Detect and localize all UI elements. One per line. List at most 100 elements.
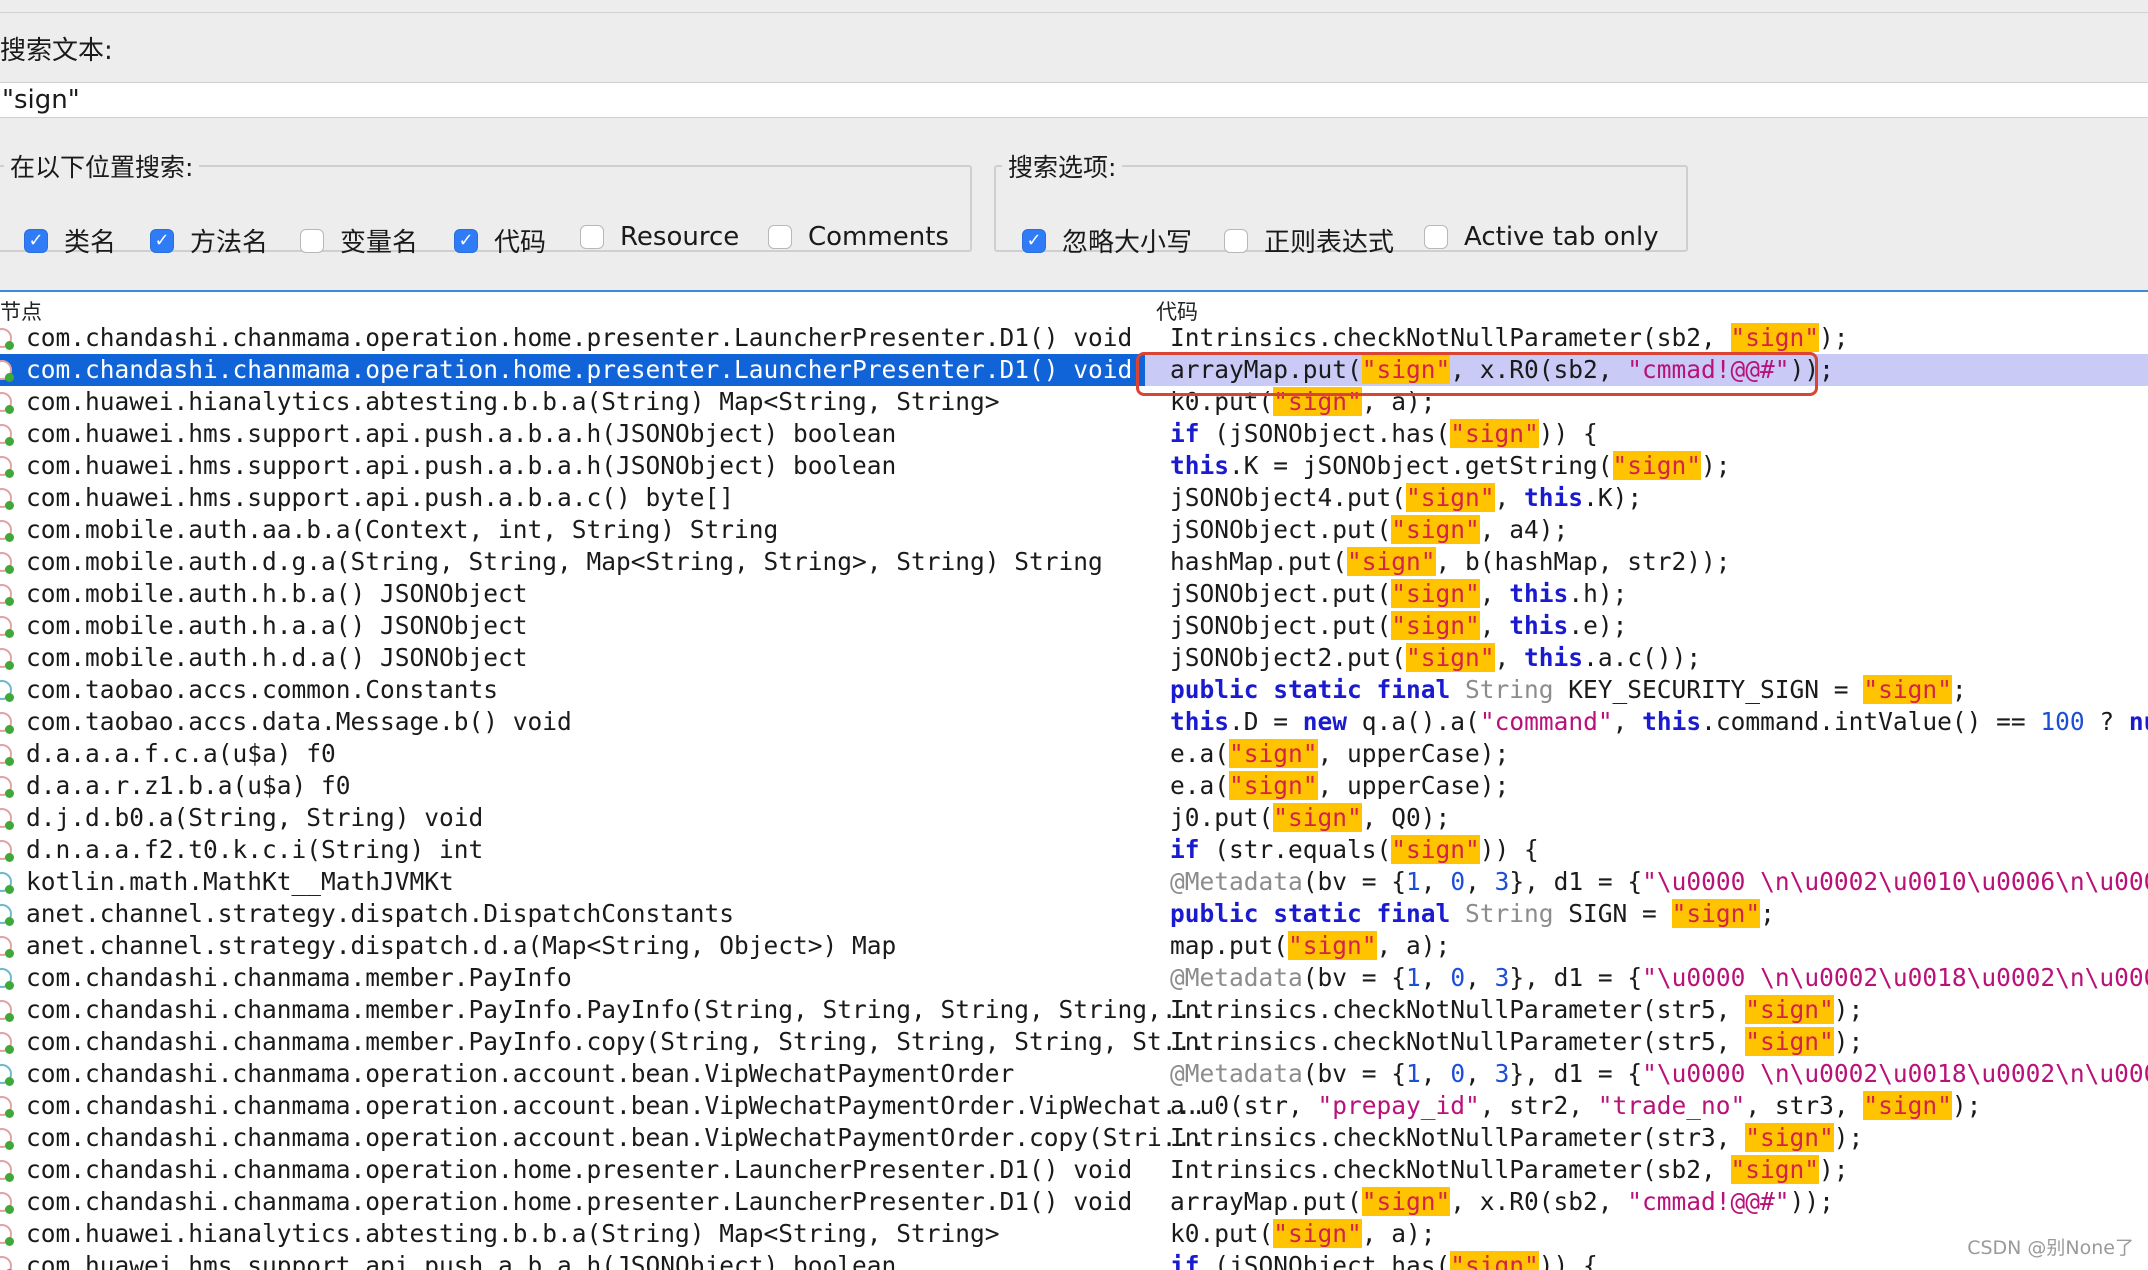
result-code[interactable]: this.D = new q.a().a("command", this.com… (1170, 706, 2148, 738)
option-checkbox-2[interactable]: Active tab only (1424, 222, 1659, 252)
result-row[interactable]: com.huawei.hianalytics.abtesting.b.b.a(S… (0, 386, 2148, 418)
result-code[interactable]: @Metadata(bv = {1, 0, 3}, d1 = {"\u0000 … (1170, 866, 2148, 898)
result-node[interactable]: com.chandashi.chanmama.operation.account… (26, 1058, 1014, 1090)
location-checkbox-5[interactable]: Comments (768, 222, 949, 252)
result-code[interactable]: Intrinsics.checkNotNullParameter(sb2, "s… (1170, 322, 1849, 354)
result-row[interactable]: com.chandashi.chanmama.operation.home.pr… (0, 1154, 2148, 1186)
result-row[interactable]: com.chandashi.chanmama.operation.account… (0, 1058, 2148, 1090)
result-row[interactable]: com.chandashi.chanmama.operation.home.pr… (0, 354, 2148, 386)
result-node[interactable]: com.huawei.hianalytics.abtesting.b.b.a(S… (26, 386, 1000, 418)
checkmark-icon[interactable]: ✓ (1022, 228, 1046, 253)
result-code[interactable]: Intrinsics.checkNotNullParameter(str5, "… (1170, 1026, 1863, 1058)
search-input[interactable]: "sign" (0, 82, 2148, 118)
result-node[interactable]: com.huawei.hms.support.api.push.a.b.a.h(… (26, 450, 896, 482)
result-code[interactable]: Intrinsics.checkNotNullParameter(str5, "… (1170, 994, 1863, 1026)
empty-checkbox-icon[interactable] (1424, 225, 1448, 249)
result-node[interactable]: com.chandashi.chanmama.operation.account… (26, 1090, 1206, 1122)
empty-checkbox-icon[interactable] (580, 225, 604, 249)
result-node[interactable]: com.huawei.hianalytics.abtesting.b.b.a(S… (26, 1218, 1000, 1250)
empty-checkbox-icon[interactable] (300, 228, 324, 253)
result-code[interactable]: map.put("sign", a); (1170, 930, 1450, 962)
location-checkbox-1[interactable]: ✓ 方法名 (150, 222, 268, 259)
result-row[interactable]: anet.channel.strategy.dispatch.DispatchC… (0, 898, 2148, 930)
location-checkbox-2[interactable]: 变量名 (300, 222, 418, 259)
result-row[interactable]: com.mobile.auth.h.d.a() JSONObject jSONOb… (0, 642, 2148, 674)
result-code[interactable]: j0.put("sign", Q0); (1170, 802, 1450, 834)
result-row[interactable]: com.huawei.hms.support.api.push.a.b.a.h(… (0, 418, 2148, 450)
option-checkbox-0[interactable]: ✓ 忽略大小写 (1022, 222, 1192, 259)
location-checkbox-4[interactable]: Resource (580, 222, 739, 252)
result-row[interactable]: com.mobile.auth.d.g.a(String, String, Ma… (0, 546, 2148, 578)
result-code[interactable]: if (str.equals("sign")) { (1170, 834, 1539, 866)
checkmark-icon[interactable]: ✓ (454, 228, 478, 253)
result-row[interactable]: com.huawei.hms.support.api.push.a.b.a.c(… (0, 482, 2148, 514)
result-code[interactable]: jSONObject.put("sign", this.e); (1170, 610, 1627, 642)
result-row[interactable]: com.taobao.accs.common.Constants public s… (0, 674, 2148, 706)
result-code[interactable]: @Metadata(bv = {1, 0, 3}, d1 = {"\u0000 … (1170, 1058, 2148, 1090)
result-node[interactable]: com.chandashi.chanmama.member.PayInfo (26, 962, 572, 994)
result-row[interactable]: com.huawei.hianalytics.abtesting.b.b.a(S… (0, 1218, 2148, 1250)
result-row[interactable]: anet.channel.strategy.dispatch.d.a(Map<S… (0, 930, 2148, 962)
result-row[interactable]: d.n.a.a.f2.t0.k.c.i(String) int if (str.e… (0, 834, 2148, 866)
result-row[interactable]: com.huawei.hms.support.api.push.a.b.a.h(… (0, 1250, 2148, 1270)
result-code[interactable]: Intrinsics.checkNotNullParameter(sb2, "s… (1170, 1154, 1849, 1186)
result-row[interactable]: d.a.a.a.f.c.a(u$a) f0 e.a("sign", upperCa… (0, 738, 2148, 770)
result-node[interactable]: com.mobile.auth.aa.b.a(Context, int, Str… (26, 514, 778, 546)
result-row[interactable]: com.chandashi.chanmama.member.PayInfo.co… (0, 1026, 2148, 1058)
result-code[interactable]: arrayMap.put("sign", x.R0(sb2, "cmmad!@@… (1170, 1186, 1834, 1218)
result-row[interactable]: com.chandashi.chanmama.member.PayInfo.Pa… (0, 994, 2148, 1026)
result-row[interactable]: com.taobao.accs.data.Message.b() void thi… (0, 706, 2148, 738)
result-node[interactable]: com.mobile.auth.d.g.a(String, String, Ma… (26, 546, 1103, 578)
result-row[interactable]: com.chandashi.chanmama.operation.account… (0, 1122, 2148, 1154)
result-row[interactable]: com.chandashi.chanmama.operation.home.pr… (0, 322, 2148, 354)
result-code[interactable]: Intrinsics.checkNotNullParameter(str3, "… (1170, 1122, 1863, 1154)
empty-checkbox-icon[interactable] (768, 225, 792, 249)
result-node[interactable]: com.huawei.hms.support.api.push.a.b.a.c(… (26, 482, 734, 514)
result-node[interactable]: com.chandashi.chanmama.member.PayInfo.co… (26, 1026, 1206, 1058)
result-code[interactable]: e.a("sign", upperCase); (1170, 738, 1509, 770)
result-node[interactable]: com.chandashi.chanmama.operation.home.pr… (26, 1186, 1132, 1218)
result-row[interactable]: com.chandashi.chanmama.member.PayInfo @Me… (0, 962, 2148, 994)
option-checkbox-1[interactable]: 正则表达式 (1224, 222, 1394, 259)
result-code[interactable]: k0.put("sign", a); (1170, 1218, 1436, 1250)
result-code[interactable]: public static final String KEY_SECURITY_… (1170, 674, 1967, 706)
result-code[interactable]: jSONObject4.put("sign", this.K); (1170, 482, 1642, 514)
result-row[interactable]: d.j.d.b0.a(String, String) void j0.put("s… (0, 802, 2148, 834)
location-checkbox-0[interactable]: ✓ 类名 (24, 222, 116, 259)
result-node[interactable]: com.chandashi.chanmama.operation.home.pr… (26, 322, 1132, 354)
result-code[interactable]: jSONObject2.put("sign", this.a.c()); (1170, 642, 1701, 674)
result-row[interactable]: com.mobile.auth.h.a.a() JSONObject jSONOb… (0, 610, 2148, 642)
result-node[interactable]: d.a.a.r.z1.b.a(u$a) f0 (26, 770, 351, 802)
result-code[interactable]: a.u0(str, "prepay_id", str2, "trade_no",… (1170, 1090, 1981, 1122)
result-node[interactable]: com.mobile.auth.h.d.a() JSONObject (26, 642, 528, 674)
result-node[interactable]: anet.channel.strategy.dispatch.d.a(Map<S… (26, 930, 896, 962)
result-code[interactable]: @Metadata(bv = {1, 0, 3}, d1 = {"\u0000 … (1170, 962, 2148, 994)
result-row[interactable]: com.chandashi.chanmama.operation.home.pr… (0, 1186, 2148, 1218)
result-code[interactable]: hashMap.put("sign", b(hashMap, str2)); (1170, 546, 1731, 578)
result-code[interactable]: if (jSONObject.has("sign")) { (1170, 1250, 1598, 1270)
result-row[interactable]: com.mobile.auth.aa.b.a(Context, int, Str… (0, 514, 2148, 546)
result-row[interactable]: com.mobile.auth.h.b.a() JSONObject jSONOb… (0, 578, 2148, 610)
result-node[interactable]: com.chandashi.chanmama.operation.account… (26, 1122, 1206, 1154)
result-row[interactable]: com.chandashi.chanmama.operation.account… (0, 1090, 2148, 1122)
location-checkbox-3[interactable]: ✓ 代码 (454, 222, 546, 259)
result-node[interactable]: com.chandashi.chanmama.member.PayInfo.Pa… (26, 994, 1206, 1026)
result-node[interactable]: com.mobile.auth.h.a.a() JSONObject (26, 610, 528, 642)
result-row[interactable]: d.a.a.r.z1.b.a(u$a) f0 e.a("sign", upperC… (0, 770, 2148, 802)
empty-checkbox-icon[interactable] (1224, 228, 1248, 253)
result-node[interactable]: com.chandashi.chanmama.operation.home.pr… (26, 1154, 1132, 1186)
checkmark-icon[interactable]: ✓ (150, 228, 174, 253)
result-code[interactable]: public static final String SIGN = "sign"… (1170, 898, 1775, 930)
result-row[interactable]: kotlin.math.MathKt__MathJVMKt @Metadata(b… (0, 866, 2148, 898)
result-code[interactable]: this.K = jSONObject.getString("sign"); (1170, 450, 1731, 482)
result-node[interactable]: anet.channel.strategy.dispatch.DispatchC… (26, 898, 734, 930)
result-node[interactable]: com.chandashi.chanmama.operation.home.pr… (26, 354, 1132, 386)
result-node[interactable]: d.j.d.b0.a(String, String) void (26, 802, 483, 834)
result-node[interactable]: com.huawei.hms.support.api.push.a.b.a.h(… (26, 418, 896, 450)
result-code[interactable]: jSONObject.put("sign", a4); (1170, 514, 1568, 546)
result-node[interactable]: com.huawei.hms.support.api.push.a.b.a.h(… (26, 1250, 896, 1270)
result-row[interactable]: com.huawei.hms.support.api.push.a.b.a.h(… (0, 450, 2148, 482)
checkmark-icon[interactable]: ✓ (24, 228, 48, 253)
result-code[interactable]: if (jSONObject.has("sign")) { (1170, 418, 1598, 450)
result-code[interactable]: jSONObject.put("sign", this.h); (1170, 578, 1627, 610)
